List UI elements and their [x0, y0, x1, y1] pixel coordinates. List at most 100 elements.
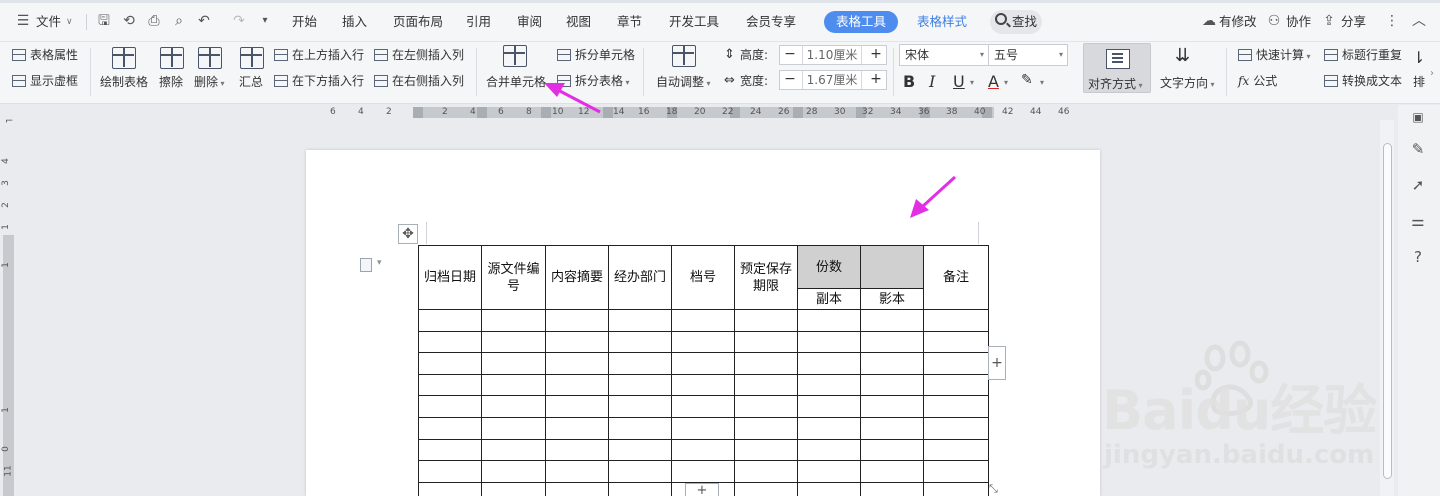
quick-access-more-icon[interactable]: ▾	[256, 12, 274, 30]
table-cell[interactable]	[923, 395, 989, 418]
table-cell[interactable]	[734, 352, 798, 375]
table-cell[interactable]	[418, 460, 482, 483]
bold-icon[interactable]: B	[903, 72, 915, 91]
table-resize-handle-icon[interactable]: ⤡	[989, 482, 1005, 496]
decrease-height-button[interactable]: −	[780, 46, 800, 64]
split-table-dropdown[interactable]: 拆分表格 ▾	[557, 73, 630, 91]
italic-icon[interactable]: I	[929, 72, 935, 91]
table-cell[interactable]	[671, 352, 735, 375]
table-cell[interactable]	[797, 309, 861, 332]
erase-button[interactable]: 擦除	[159, 74, 183, 90]
chevron-down-icon[interactable]: ▾	[1004, 78, 1008, 87]
tab-view[interactable]: 视图	[566, 12, 591, 32]
scrollbar-thumb[interactable]	[1383, 143, 1392, 479]
tab-start[interactable]: 开始	[292, 12, 317, 32]
archive-table[interactable]: 归档日期 源文件编号 内容摘要 经办部门 档号 预定保存期限 份数 备注 副本 …	[418, 245, 989, 496]
table-cell[interactable]	[860, 416, 924, 440]
search-button[interactable]: 查找	[990, 10, 1042, 34]
table-cell[interactable]	[734, 395, 798, 418]
table-cell[interactable]	[797, 395, 861, 418]
table-cell[interactable]	[418, 352, 482, 375]
table-cell[interactable]	[671, 395, 735, 418]
table-cell[interactable]	[418, 395, 482, 418]
table-cell[interactable]	[860, 352, 924, 375]
paragraph-layout-icon[interactable]	[360, 258, 382, 272]
ruler-column-marker[interactable]	[413, 107, 423, 118]
table-cell[interactable]	[545, 416, 609, 440]
table-cell[interactable]	[860, 395, 924, 418]
share-button[interactable]: 分享	[1341, 12, 1366, 32]
select-cursor-icon[interactable]: ➚	[1409, 176, 1427, 194]
header-department[interactable]: 经办部门	[608, 245, 672, 310]
table-cell[interactable]	[481, 481, 546, 496]
table-cell[interactable]	[734, 460, 798, 483]
decrease-width-button[interactable]: −	[780, 71, 800, 89]
table-cell[interactable]	[481, 395, 546, 418]
collapse-ribbon-icon[interactable]: ︿	[1410, 12, 1428, 30]
table-move-handle-icon[interactable]: ✥	[398, 224, 418, 244]
tab-insert[interactable]: 插入	[342, 12, 367, 32]
sort-button[interactable]: 排	[1413, 74, 1425, 90]
font-color-icon[interactable]: A	[988, 72, 999, 91]
table-cell[interactable]	[481, 309, 546, 332]
ruler-column-marker[interactable]	[477, 107, 487, 118]
header-summary[interactable]: 内容摘要	[545, 245, 609, 310]
table-cell[interactable]	[923, 309, 989, 332]
quick-calc-dropdown[interactable]: 快速计算 ▾	[1238, 47, 1311, 65]
split-cells-button[interactable]: 拆分单元格	[557, 47, 635, 63]
undo-icon[interactable]: ↶	[195, 12, 213, 30]
table-cell[interactable]	[923, 460, 989, 483]
merge-cells-button[interactable]: 合并单元格	[486, 74, 546, 90]
ruler-column-marker[interactable]	[541, 107, 551, 118]
table-cell[interactable]	[608, 373, 672, 397]
increase-width-button[interactable]: +	[866, 71, 886, 89]
table-cell[interactable]	[734, 416, 798, 440]
chevron-down-icon[interactable]: ∨	[66, 12, 73, 32]
font-size-select[interactable]: 五号 ▾	[988, 44, 1068, 66]
header-retention-period[interactable]: 预定保存期限	[734, 245, 798, 310]
table-cell[interactable]	[671, 416, 735, 440]
cloud-status-icon[interactable]: ☁	[1200, 12, 1218, 30]
table-cell[interactable]	[671, 460, 735, 483]
tab-member[interactable]: 会员专享	[746, 12, 796, 32]
underline-icon[interactable]: U	[953, 72, 965, 91]
table-properties-button[interactable]: 表格属性	[12, 47, 78, 63]
height-stepper[interactable]: − 1.10厘米 +	[779, 45, 887, 65]
width-stepper[interactable]: − 1.67厘米 +	[779, 70, 887, 90]
table-cell[interactable]	[734, 330, 798, 354]
tab-references[interactable]: 引用	[466, 12, 491, 32]
hamburger-icon[interactable]: ☰	[14, 12, 32, 30]
table-cell[interactable]	[797, 416, 861, 440]
table-cell[interactable]	[923, 352, 989, 375]
header-copies-selected[interactable]: 份数	[797, 245, 861, 289]
table-cell[interactable]	[418, 416, 482, 440]
table-cell[interactable]	[860, 460, 924, 483]
table-cell[interactable]	[418, 309, 482, 332]
draw-table-button[interactable]: 绘制表格	[100, 74, 148, 90]
table-cell[interactable]	[608, 395, 672, 418]
tab-developer[interactable]: 开发工具	[669, 12, 719, 32]
tab-chapter[interactable]: 章节	[617, 12, 642, 32]
table-cell[interactable]	[481, 416, 546, 440]
insert-col-right-button[interactable]: 在右侧插入列	[374, 73, 464, 89]
table-cell[interactable]	[545, 330, 609, 354]
table-cell[interactable]	[608, 460, 672, 483]
table-cell[interactable]	[608, 352, 672, 375]
table-cell[interactable]	[481, 373, 546, 397]
table-cell[interactable]	[923, 438, 989, 462]
more-icon[interactable]: ⋮	[1383, 12, 1401, 30]
convert-to-text-button[interactable]: 转换成文本	[1324, 73, 1402, 89]
table-cell[interactable]	[481, 352, 546, 375]
header-archive-date[interactable]: 归档日期	[418, 245, 482, 310]
delete-dropdown[interactable]: 删除 ▾	[194, 74, 225, 92]
table-cell[interactable]	[923, 330, 989, 354]
header-source-file-no[interactable]: 源文件编号	[481, 245, 546, 310]
changes-label[interactable]: 有修改	[1219, 12, 1257, 32]
table-cell[interactable]	[671, 438, 735, 462]
formula-button[interactable]: fx 公式	[1238, 73, 1277, 89]
insert-col-left-button[interactable]: 在左侧插入列	[374, 47, 464, 63]
table-cell[interactable]	[797, 330, 861, 354]
table-cell[interactable]	[545, 460, 609, 483]
ruler-column-marker[interactable]	[603, 107, 613, 118]
increase-height-button[interactable]: +	[866, 46, 886, 64]
